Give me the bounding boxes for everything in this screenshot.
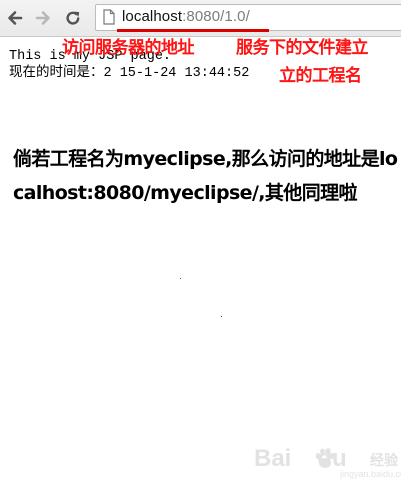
server-address-annotation: 访问服务器的地址 bbox=[62, 38, 195, 58]
stray-dot bbox=[221, 316, 222, 317]
back-button[interactable] bbox=[4, 6, 26, 30]
explanation-note: 倘若工程名为myeclipse,那么访问的地址是localhost:8080/m… bbox=[13, 148, 398, 204]
address-bar[interactable]: localhost:8080/1.0/ bbox=[95, 4, 401, 31]
reload-icon bbox=[66, 11, 80, 25]
stray-dot bbox=[180, 278, 181, 279]
current-time-line: 现在的时间是：2 15-1-24 13:44:52 bbox=[9, 66, 250, 81]
page-icon bbox=[103, 9, 115, 25]
url-path: :8080/1.0/ bbox=[182, 8, 250, 25]
forward-arrow-icon bbox=[35, 11, 50, 25]
forward-button[interactable] bbox=[32, 6, 54, 30]
project-name-annotation-line2: 立的工程名 bbox=[279, 66, 362, 86]
baidu-watermark: Baidu 经验 jingyan.baidu.com bbox=[254, 443, 401, 483]
url-text: localhost:8080/1.0/ bbox=[122, 8, 250, 25]
project-name-annotation: 服务下的文件建立 bbox=[236, 38, 369, 58]
url-highlight-underline bbox=[117, 29, 269, 32]
paw-icon bbox=[315, 448, 335, 468]
back-arrow-icon bbox=[8, 11, 23, 25]
reload-button[interactable] bbox=[62, 6, 84, 30]
watermark-sub: 经验 bbox=[370, 453, 398, 469]
watermark-url: jingyan.baidu.com bbox=[340, 469, 401, 479]
url-host: localhost bbox=[122, 8, 183, 25]
screenshot: localhost:8080/1.0/ This is my JSP page.… bbox=[0, 0, 401, 489]
